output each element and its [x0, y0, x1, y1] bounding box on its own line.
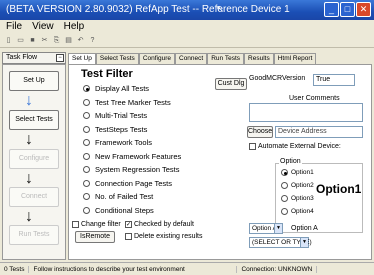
copy-icon[interactable]: ⎘ [52, 36, 61, 45]
isremote-button[interactable]: IsRemote [75, 231, 115, 243]
test-filter-title: Test Filter [81, 68, 133, 80]
minimize-button[interactable]: _ [324, 2, 339, 17]
radio-button[interactable] [281, 182, 288, 189]
taskflow-setup-button[interactable]: Set Up [9, 71, 59, 91]
title-bar: (BETA VERSION 2.80.9032) RefApp Test -- … [0, 0, 374, 20]
status-bar: 0 Tests Follow instructions to describe … [0, 262, 374, 275]
arrow-down-icon: ↓ [25, 208, 33, 225]
test-filter-option[interactable]: New Framework Features [83, 151, 181, 162]
radio-button[interactable] [83, 125, 90, 133]
window-title: (BETA VERSION 2.80.9032) RefApp Test -- … [6, 4, 290, 15]
automate-external-device-checkbox[interactable]: Automate External Device: [249, 143, 341, 150]
option-radio[interactable]: Option3 [281, 195, 314, 202]
checkbox-box[interactable] [72, 221, 79, 228]
taskflow-close-icon[interactable]: − [56, 54, 64, 62]
menu-file[interactable]: File [6, 21, 22, 34]
tab-run-tests[interactable]: Run Tests [207, 53, 245, 64]
device-address-field[interactable]: Device Address [275, 126, 363, 138]
setup-panel: Test Filter Display All Tests Test Tree M… [68, 64, 372, 260]
open-folder-icon[interactable]: ▭ [16, 36, 25, 45]
paste-icon[interactable]: ▤ [64, 36, 73, 45]
new-file-icon[interactable]: ▯ [4, 36, 13, 45]
taskflow-select-tests-button[interactable]: Select Tests [9, 110, 59, 130]
cust-dlg-button[interactable]: Cust Dlg [215, 78, 247, 90]
tab-setup[interactable]: Set Up [68, 53, 96, 64]
save-icon[interactable]: ■ [28, 36, 37, 45]
test-filter-option[interactable]: System Regression Tests [83, 164, 179, 175]
delete-existing-results-checkbox[interactable]: Delete existing results [125, 233, 202, 240]
test-filter-option[interactable]: Conditional Steps [83, 205, 154, 216]
close-button[interactable]: ✕ [356, 2, 371, 17]
test-filter-option[interactable]: Display All Tests [83, 83, 149, 94]
radio-button[interactable] [281, 195, 288, 202]
radio-button[interactable] [83, 152, 90, 160]
test-filter-option[interactable]: Connection Page Tests [83, 178, 172, 189]
maximize-button[interactable]: □ [340, 2, 355, 17]
radio-button[interactable] [83, 85, 90, 92]
user-comments-label: User Comments [289, 95, 340, 102]
radio-button[interactable] [83, 98, 90, 106]
tab-results[interactable]: Results [244, 53, 274, 64]
undo-icon[interactable]: ↶ [76, 36, 85, 45]
good-mcr-field[interactable]: True [313, 74, 355, 86]
menu-bar: File View Help [0, 20, 374, 34]
tab-configure[interactable]: Configure [138, 53, 175, 64]
main-tabs: Set Up Select Tests Configure Connect Ru… [68, 53, 317, 64]
window-controls: _ □ ✕ [324, 2, 371, 17]
chevron-down-icon[interactable]: ▼ [300, 238, 308, 247]
test-filter-option[interactable]: Multi-Trial Tests [83, 110, 147, 121]
user-comments-field[interactable] [249, 103, 363, 122]
chevron-down-icon[interactable]: ▼ [274, 224, 282, 233]
arrow-down-icon: ↓ [25, 170, 33, 187]
option-radio[interactable]: Option4 [281, 208, 314, 215]
taskflow-run-tests-button[interactable]: Run Tests [9, 225, 59, 245]
tab-html-report[interactable]: Html Report [273, 53, 317, 64]
status-message: Follow instructions to describe your tes… [29, 265, 238, 273]
option-radio[interactable]: Option1 [281, 169, 314, 176]
taskflow-panel: Set Up ↓ Select Tests ↓ Configure ↓ Conn… [2, 64, 66, 260]
option-group-label: Option [279, 158, 302, 165]
test-filter-option[interactable]: No. of Failed Test [83, 191, 153, 202]
taskflow-tab-label: Task Flow [6, 54, 38, 61]
taskflow-tab[interactable]: Task Flow − [2, 52, 66, 64]
option-radio[interactable]: Option2 [281, 182, 314, 189]
taskflow-configure-button[interactable]: Configure [9, 149, 59, 169]
radio-button[interactable] [281, 169, 288, 176]
taskflow-connect-button[interactable]: Connect [9, 187, 59, 207]
arrow-down-icon: ↓ [25, 92, 33, 109]
test-filter-option[interactable]: Framework Tools [83, 137, 152, 148]
mouse-cursor-icon: ↖ [216, 4, 225, 15]
radio-button[interactable] [83, 206, 90, 214]
checkbox-box[interactable] [249, 143, 256, 150]
checked-by-default-checkbox[interactable]: ✓ Checked by default [125, 221, 194, 228]
choose-button[interactable]: Choose [247, 126, 273, 138]
tab-connect[interactable]: Connect [175, 53, 208, 64]
checkbox-box[interactable] [125, 233, 132, 240]
option-a-label: Option A [291, 225, 318, 232]
radio-button[interactable] [83, 112, 90, 119]
help-icon[interactable]: ? [88, 36, 97, 45]
radio-button[interactable] [281, 208, 288, 215]
tab-select-tests[interactable]: Select Tests [95, 53, 139, 64]
cut-icon[interactable]: ✂ [40, 36, 49, 45]
status-test-count: 0 Tests [0, 265, 30, 273]
radio-button[interactable] [83, 166, 90, 173]
menu-view[interactable]: View [32, 21, 54, 34]
radio-button[interactable] [83, 179, 90, 187]
checkbox-checked-icon[interactable]: ✓ [125, 221, 132, 228]
change-filter-checkbox[interactable]: Change filter [72, 221, 121, 228]
option-display: Option1 [316, 182, 362, 196]
radio-button[interactable] [83, 139, 90, 146]
menu-help[interactable]: Help [64, 21, 85, 34]
good-mcr-label: GoodMCRVersion [249, 75, 306, 82]
toolbar: ▯ ▭ ■ ✂ ⎘ ▤ ↶ ? [0, 34, 374, 48]
test-filter-option[interactable]: Test Tree Marker Tests [83, 97, 171, 108]
test-filter-option[interactable]: TestSteps Tests [83, 124, 147, 135]
option-a-select[interactable]: Option A ▼ [249, 223, 283, 234]
status-connection: Connection: UNKNOWN [237, 265, 318, 273]
arrow-down-icon: ↓ [25, 131, 33, 148]
select-or-type-combo[interactable]: (SELECT OR TYPE) ▼ [249, 237, 312, 248]
radio-button[interactable] [83, 193, 90, 200]
